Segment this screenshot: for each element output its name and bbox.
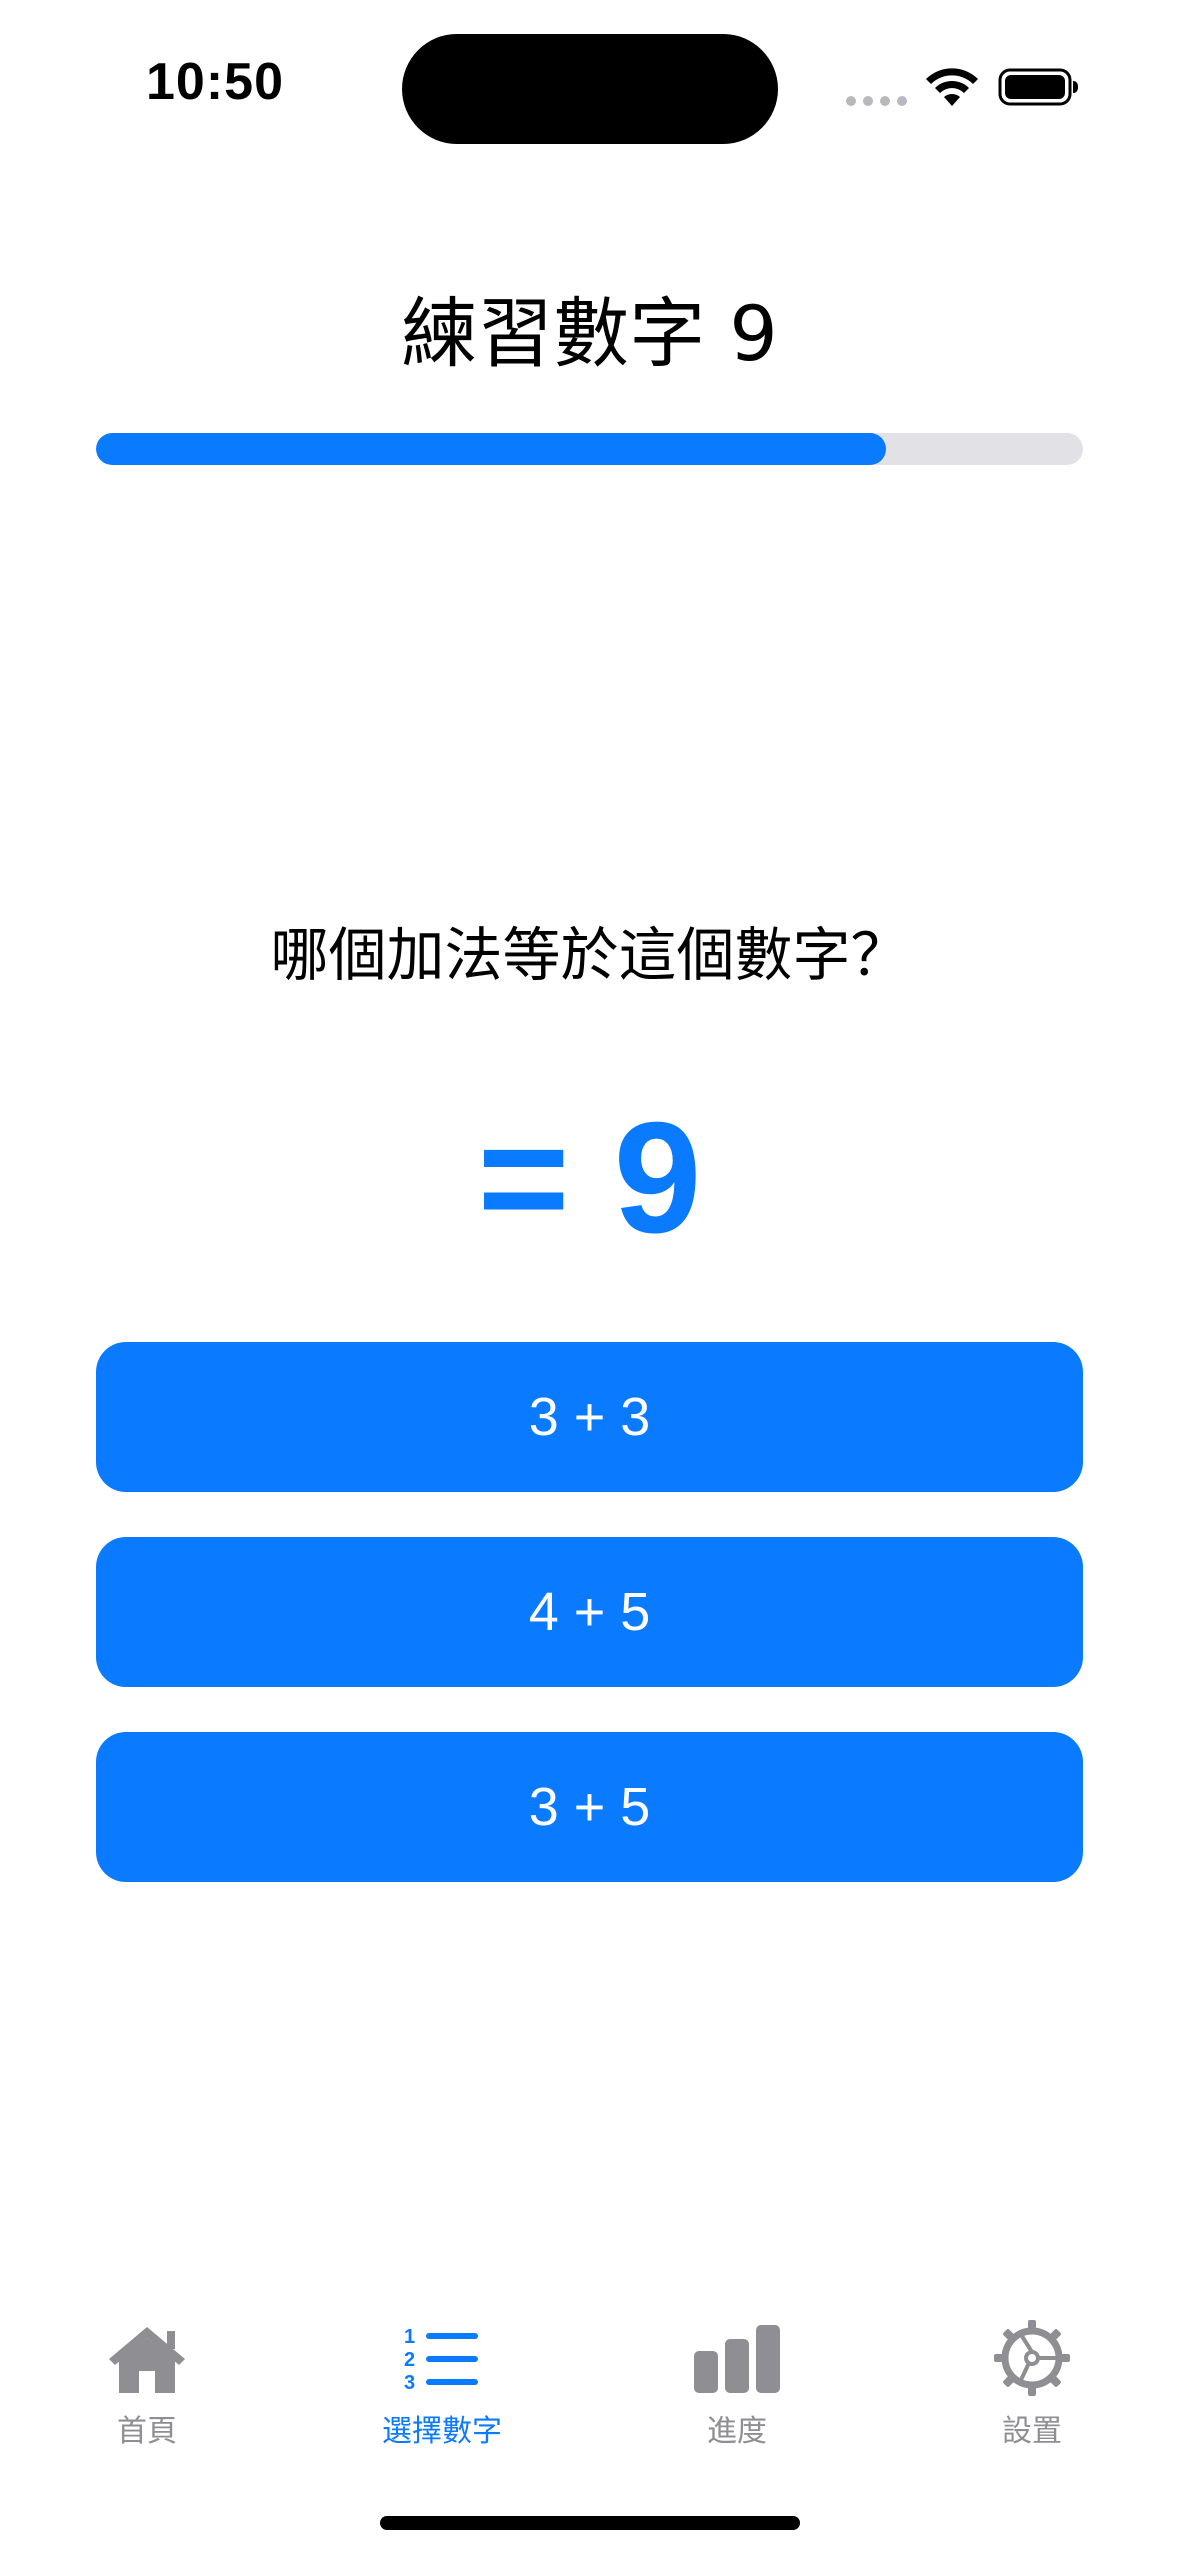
progress-bar <box>96 433 1083 465</box>
page-title: 練習數字 9 <box>401 289 778 378</box>
gear-icon <box>982 2318 1082 2398</box>
numbered-list-icon: 1 2 3 <box>392 2318 492 2398</box>
question-prompt: 哪個加法等於這個數字？ <box>270 921 909 989</box>
tab-select-number-label: 選擇數字 <box>382 2414 502 2449</box>
home-indicator <box>380 2516 800 2530</box>
wifi-icon <box>926 68 978 106</box>
answer-button-2[interactable]: 4 + 5 <box>96 1537 1083 1687</box>
answer-button-1[interactable]: 3 + 3 <box>96 1342 1083 1492</box>
house-icon <box>97 2318 197 2398</box>
tab-home[interactable]: 首頁 <box>32 2318 262 2458</box>
answer-button-3[interactable]: 3 + 5 <box>96 1732 1083 1882</box>
progress-bar-fill <box>96 433 886 465</box>
dynamic-island <box>402 34 778 144</box>
status-time: 10:50 <box>146 53 284 111</box>
tab-settings-label: 設置 <box>1002 2414 1062 2449</box>
svg-text:2: 2 <box>404 2349 415 2371</box>
tab-select-number[interactable]: 1 2 3 選擇數字 <box>327 2318 557 2458</box>
tab-progress-label: 進度 <box>707 2414 767 2449</box>
bar-chart-icon <box>687 2318 787 2398</box>
tab-home-label: 首頁 <box>117 2414 177 2449</box>
tab-settings[interactable]: 設置 <box>917 2318 1147 2458</box>
svg-text:3: 3 <box>404 2372 415 2393</box>
tab-progress[interactable]: 進度 <box>622 2318 852 2458</box>
svg-text:1: 1 <box>404 2326 415 2348</box>
battery-icon <box>998 68 1078 106</box>
cellular-signal-icon <box>846 96 907 106</box>
target-number: = 9 <box>477 1090 702 1266</box>
